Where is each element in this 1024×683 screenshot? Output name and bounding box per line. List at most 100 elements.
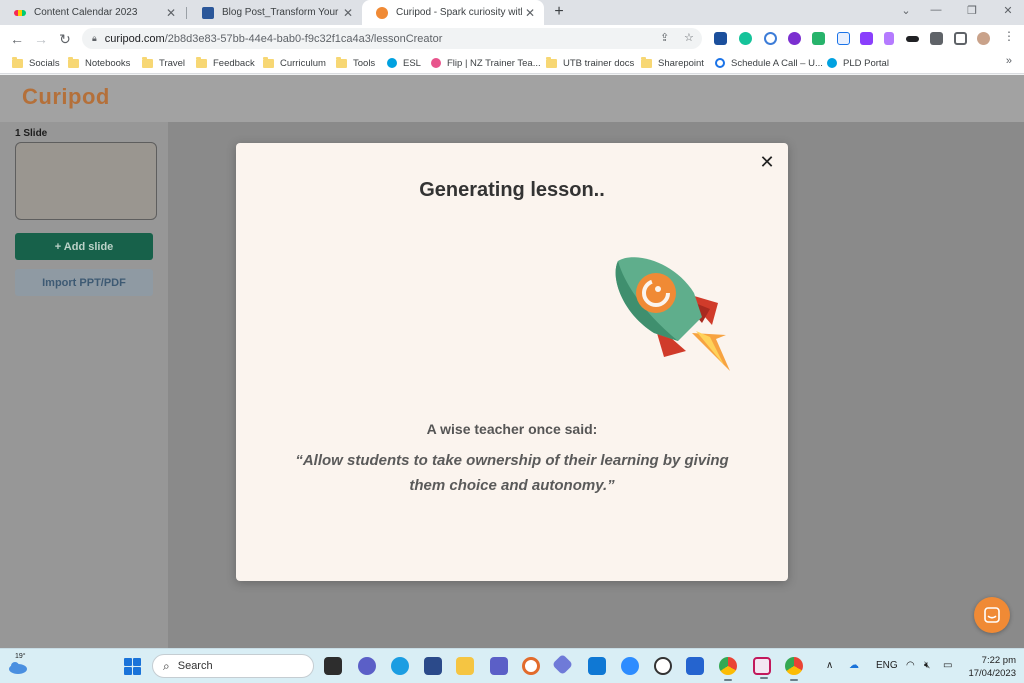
windows-logo-pane <box>124 667 132 675</box>
bookmarks-more-icon[interactable]: » <box>1006 55 1012 67</box>
store-icon[interactable] <box>424 657 442 675</box>
clock-time[interactable]: 7:22 pm <box>976 655 1016 666</box>
folder-icon <box>336 56 347 68</box>
sidebar-icon[interactable] <box>954 32 967 45</box>
close-icon[interactable]: ✕ <box>756 151 778 173</box>
close-icon[interactable]: ✕ <box>163 6 179 20</box>
folder-icon <box>546 56 557 68</box>
quote-intro: A wise teacher once said: <box>426 421 598 437</box>
bookmark-schedule-a-call[interactable]: Schedule A Call – U... <box>715 56 823 70</box>
bookmark-pld-portal[interactable]: PLD Portal <box>827 56 889 70</box>
salesforce-icon <box>827 58 837 68</box>
folder-icon <box>263 56 274 68</box>
bookmark-flip[interactable]: Flip | NZ Trainer Tea... <box>431 56 541 70</box>
close-icon[interactable]: ✕ <box>340 6 356 20</box>
file-explorer-icon[interactable] <box>456 657 474 675</box>
volume-muted-icon[interactable]: 🔇︎ <box>924 660 930 671</box>
search-label: Search <box>177 660 213 672</box>
restore-icon[interactable]: ❐ <box>962 4 982 17</box>
bookmark-socials[interactable]: Socials <box>12 56 60 70</box>
extension-icon[interactable] <box>788 32 801 45</box>
bookmark-utb-trainer-docs[interactable]: UTB trainer docs <box>546 56 634 70</box>
tab-title: Blog Post_Transform Your Teachin <box>222 7 340 18</box>
extension-icon[interactable] <box>812 32 825 45</box>
avatar[interactable] <box>977 32 990 45</box>
extension-icon[interactable] <box>860 32 873 45</box>
puzzle-icon[interactable] <box>930 32 943 45</box>
bookmark-tools[interactable]: Tools <box>336 56 375 70</box>
extension-icon[interactable] <box>906 36 919 42</box>
slide-thumbnail[interactable] <box>15 142 157 220</box>
tab-blog-post[interactable]: Blog Post_Transform Your Teachin ✕ <box>188 0 362 25</box>
wifi-icon[interactable]: ◠ <box>906 660 915 671</box>
grammarly-icon[interactable] <box>739 32 752 45</box>
menu-icon[interactable]: ⋮ <box>1003 30 1016 43</box>
import-ppt-pdf-button[interactable]: Import PPT/PDF <box>15 269 153 296</box>
bookmark-travel[interactable]: Travel <box>142 56 185 70</box>
window-close-icon[interactable]: ✕ <box>998 4 1018 17</box>
curipod-logo[interactable]: Curipod <box>22 84 110 110</box>
clock-date[interactable]: 17/04/2023 <box>960 668 1016 679</box>
add-slide-button[interactable]: + Add slide <box>15 233 153 260</box>
outlook-icon[interactable] <box>588 657 606 675</box>
bookmark-feedback[interactable]: Feedback <box>196 56 255 70</box>
word-icon <box>202 6 214 19</box>
lock-icon: 🔒︎ <box>92 33 97 43</box>
teams-chat-icon[interactable] <box>358 657 376 675</box>
monday-icon <box>14 9 26 16</box>
teacher-quote: “Allow students to take ownership of the… <box>295 452 729 494</box>
slides-sidebar: 1 Slide + Add slide Import PPT/PDF <box>0 122 168 648</box>
tab-separator <box>186 7 187 19</box>
language-indicator[interactable]: ENG <box>876 660 898 671</box>
start-button[interactable] <box>124 658 141 675</box>
extension-icon[interactable] <box>764 32 777 45</box>
taskbar-search[interactable]: ⌕ Search <box>152 654 314 678</box>
weather-temperature: 19° <box>15 653 26 660</box>
folder-icon <box>196 56 207 68</box>
windows-logo-pane <box>133 667 141 675</box>
tab-search-icon[interactable]: ⌄ <box>896 4 916 17</box>
back-icon[interactable]: ← <box>8 30 26 48</box>
minimize-icon[interactable]: — <box>926 4 946 16</box>
folder-icon <box>12 56 23 68</box>
browser-tab-strip: Content Calendar 2023 ✕ Blog Post_Transf… <box>0 0 1024 25</box>
chrome-icon[interactable] <box>785 657 803 681</box>
bookmark-sharepoint[interactable]: Sharepoint <box>641 56 704 70</box>
tab-curipod[interactable]: Curipod - Spark curiosity with int ✕ <box>362 0 544 25</box>
bookmark-curriculum[interactable]: Curriculum <box>263 56 326 70</box>
windows-logo-pane <box>133 658 141 666</box>
folder-icon <box>68 56 79 68</box>
snipping-tool-icon[interactable] <box>753 657 771 679</box>
extension-icon[interactable] <box>837 32 850 45</box>
app-icon[interactable] <box>551 653 574 676</box>
curipod-page: Curipod 1 Slide + Add slide Import PPT/P… <box>0 75 1024 648</box>
url-host: curipod.com <box>104 32 165 45</box>
app-icon[interactable] <box>522 657 540 675</box>
task-view-icon[interactable] <box>324 657 342 675</box>
tab-content-calendar[interactable]: Content Calendar 2023 ✕ <box>0 0 185 25</box>
chat-support-button[interactable] <box>974 597 1010 633</box>
extension-icon[interactable] <box>714 32 727 45</box>
bookmark-esl[interactable]: ESL <box>387 56 421 70</box>
pen-icon[interactable] <box>884 32 894 45</box>
new-tab-button[interactable]: + <box>550 3 568 21</box>
bookmark-notebooks[interactable]: Notebooks <box>68 56 130 70</box>
chevron-up-icon[interactable]: ∧ <box>826 660 833 671</box>
reload-icon[interactable]: ↻ <box>56 30 74 48</box>
todo-icon[interactable] <box>686 657 704 675</box>
zoom-icon[interactable] <box>621 657 639 675</box>
battery-icon[interactable]: ▭ <box>943 660 952 671</box>
bookmarks-bar: Socials Notebooks Travel Feedback Curric… <box>0 52 1024 74</box>
forward-icon[interactable]: → <box>32 30 50 48</box>
chrome-icon[interactable] <box>719 657 737 681</box>
onedrive-cloud-icon[interactable]: ☁︎ <box>849 660 859 671</box>
teams-icon[interactable] <box>490 657 508 675</box>
generating-lesson-modal: ✕ Generating lesson.. A wise teacher onc… <box>236 143 788 581</box>
clock-app-icon[interactable] <box>654 657 672 675</box>
chat-icon <box>984 607 1000 623</box>
edge-icon[interactable] <box>391 657 409 675</box>
close-icon[interactable]: ✕ <box>522 6 538 20</box>
share-icon[interactable]: ⇪ <box>660 31 669 44</box>
bookmark-star-icon[interactable]: ☆ <box>684 31 694 44</box>
address-bar[interactable]: 🔒︎ curipod.com/2b8d3e83-57bb-44e4-bab0-f… <box>82 28 702 49</box>
